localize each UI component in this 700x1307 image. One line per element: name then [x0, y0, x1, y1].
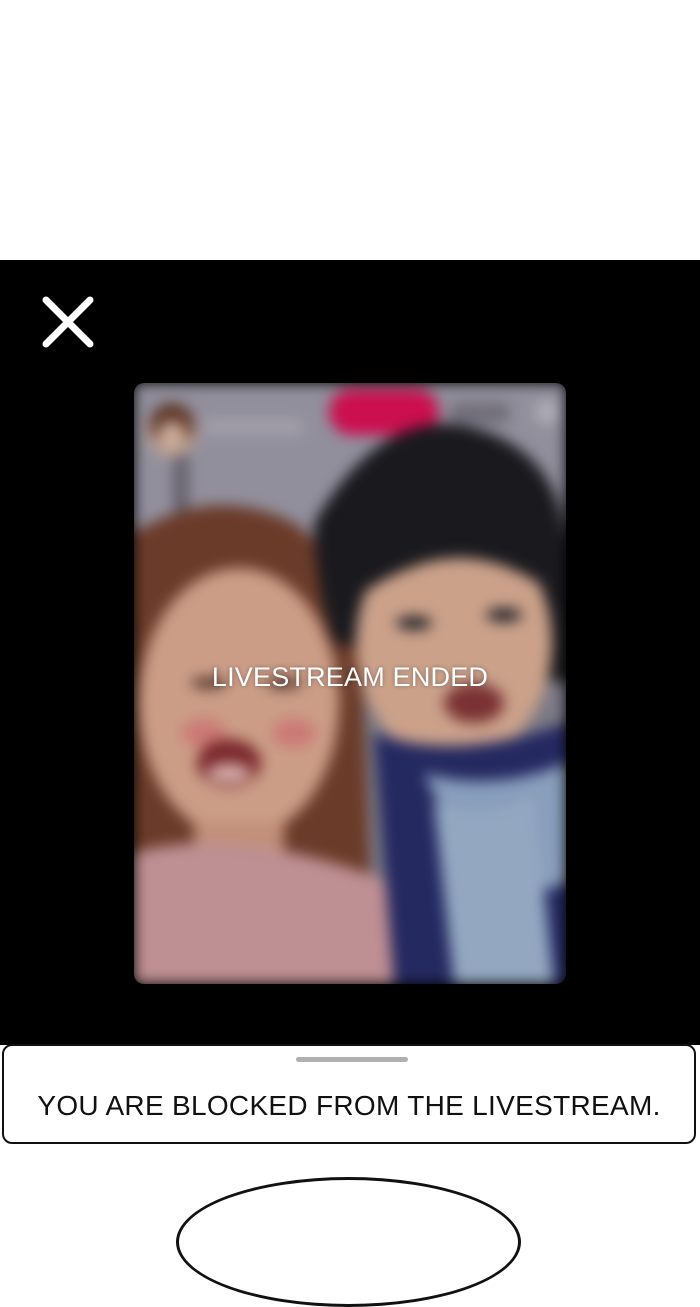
blocked-message-text: YOU ARE BLOCKED FROM THE LIVESTREAM. — [37, 1090, 661, 1121]
panel-top-blank — [0, 0, 700, 260]
livestream-preview: LIVESTREAM ENDED — [134, 383, 566, 984]
close-icon — [42, 296, 94, 348]
blocked-message-sheet: YOU ARE BLOCKED FROM THE LIVESTREAM. — [2, 1044, 696, 1144]
close-button[interactable] — [38, 292, 98, 352]
speech-bubble — [176, 1177, 521, 1307]
sheet-drag-handle[interactable] — [296, 1057, 408, 1062]
livestream-status-text: LIVESTREAM ENDED — [211, 662, 489, 692]
